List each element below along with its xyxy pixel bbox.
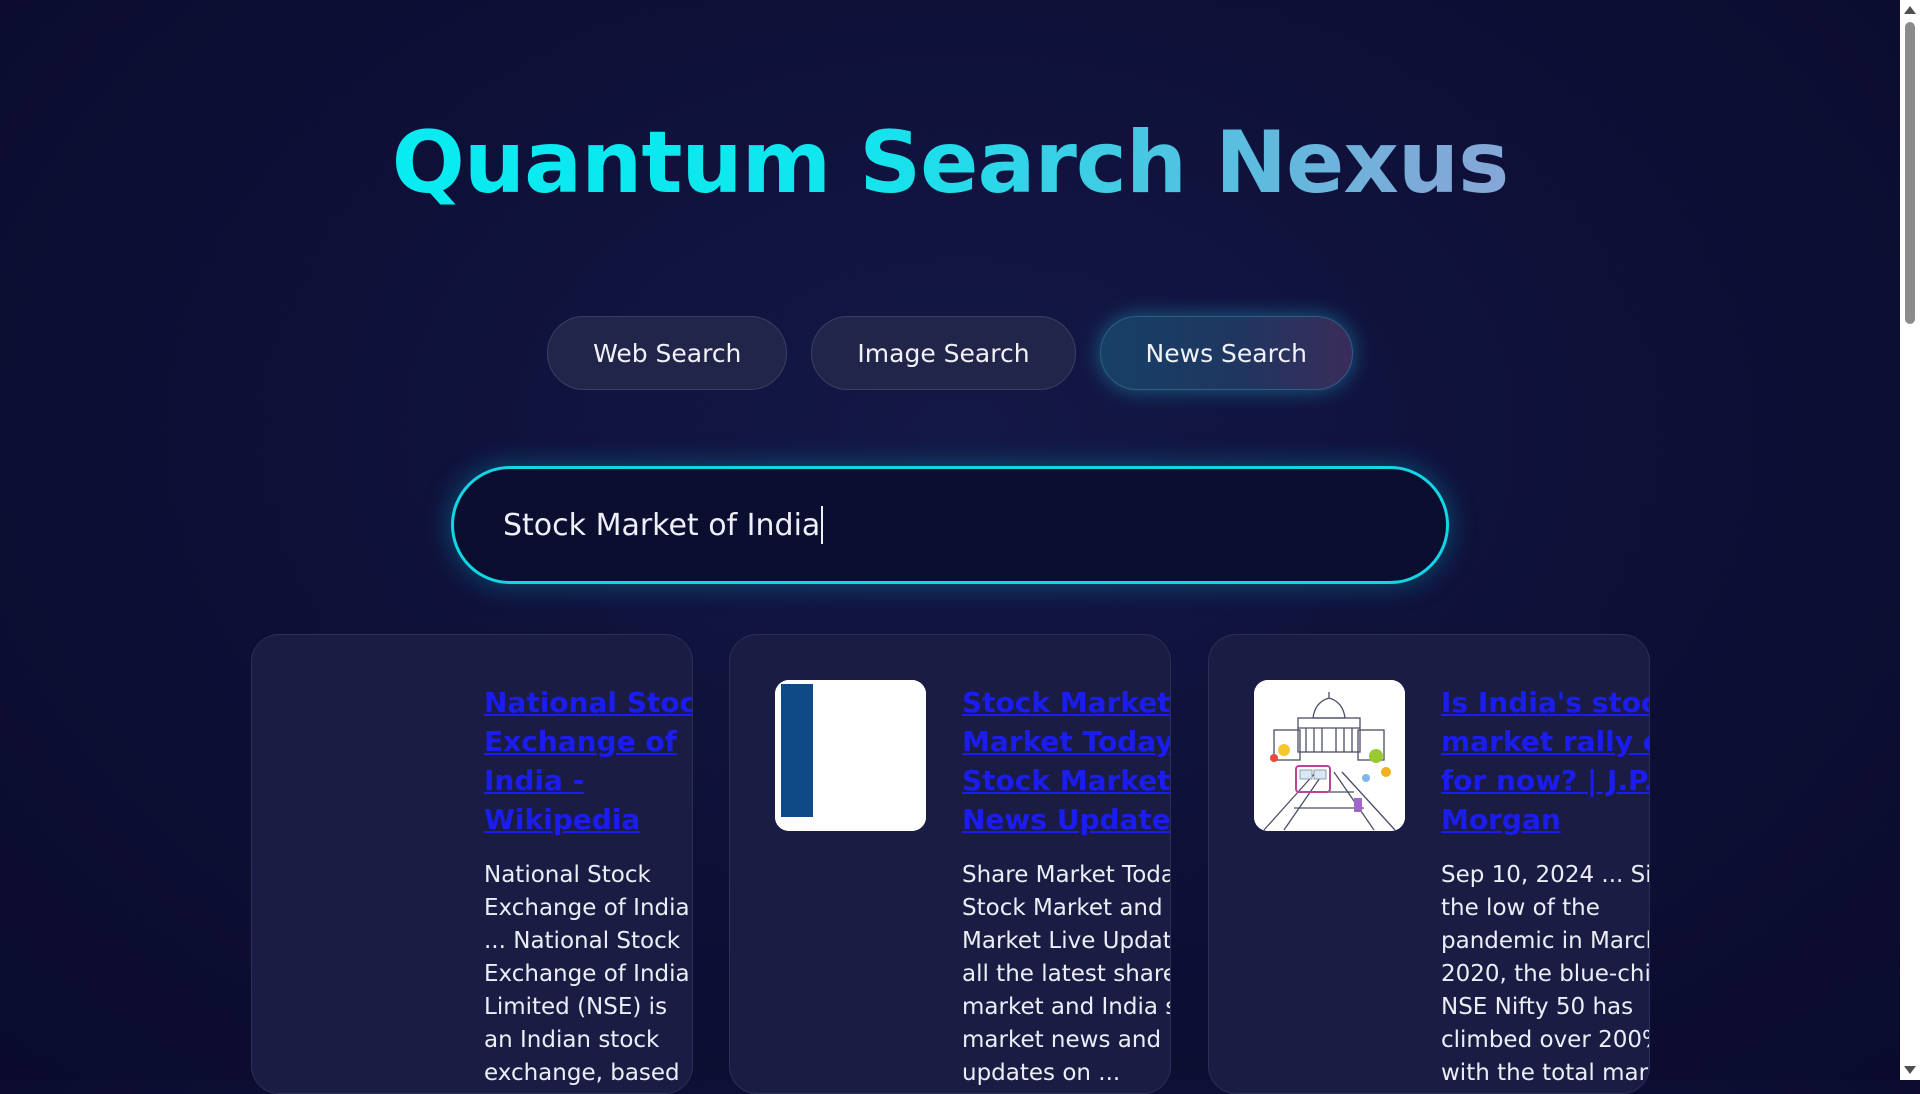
result-title-line[interactable]: Is India's stock (1441, 683, 1649, 722)
snippet-line: Share Market Today (962, 862, 1171, 888)
result-title-line[interactable]: News Update (962, 800, 1170, 839)
tab-web-search[interactable]: Web Search (547, 316, 788, 390)
snippet-line: pandemic in March (1441, 928, 1650, 954)
result-card: National Stock Exchange of India - Wikip… (251, 634, 693, 1094)
result-title-line[interactable]: Morgan (1441, 800, 1649, 839)
snippet-line: Sep 10, 2024 ... Sinc (1441, 862, 1650, 888)
result-title-link[interactable]: Is India's stock market rally ov for now… (1441, 683, 1649, 839)
result-title-line[interactable]: for now? | J.P. (1441, 761, 1649, 800)
snippet-line: with the total mark (1441, 1060, 1650, 1086)
snippet-line: all the latest share (962, 961, 1171, 987)
snippet-line: Exchange of India (484, 961, 690, 987)
result-snippet: Share Market Today Stock Market and S Ma… (962, 859, 1171, 1090)
result-title-line[interactable]: National Stock (484, 683, 692, 722)
snippet-line: ... National Stock (484, 928, 681, 954)
result-title-line[interactable]: Market Today | (962, 722, 1170, 761)
snippet-line: exchange, based (484, 1060, 680, 1086)
snippet-line: climbed over 200% (1441, 1027, 1650, 1053)
search-type-tabs: Web Search Image Search News Search (0, 316, 1900, 390)
result-title-link[interactable]: Stock Market: S Market Today | Stock Mar… (962, 683, 1170, 839)
result-title-line[interactable]: Stock Market L (962, 761, 1170, 800)
scroll-up-arrow-icon[interactable] (1904, 6, 1916, 14)
search-input[interactable]: Stock Market of India (451, 466, 1449, 584)
scroll-down-arrow-icon[interactable] (1904, 1066, 1916, 1074)
snippet-line: the low of the (1441, 895, 1600, 921)
building-sketch-image (1254, 680, 1405, 831)
snippet-line: National Stock (484, 862, 651, 888)
result-title-line[interactable]: Stock Market: S (962, 683, 1170, 722)
page: Quantum Search Nexus Web Search Image Se… (0, 0, 1900, 1094)
snippet-line: updates on ... (962, 1060, 1121, 1086)
snippet-line: Limited (NSE) is (484, 994, 668, 1020)
logo-fragment-image (775, 680, 926, 831)
snippet-line: market and India st (962, 994, 1171, 1020)
result-thumbnail (297, 680, 448, 831)
tab-image-search[interactable]: Image Search (811, 316, 1076, 390)
result-thumbnail[interactable] (1254, 680, 1405, 831)
snippet-line: Stock Market and S (962, 895, 1171, 921)
search-input-value[interactable]: Stock Market of India (503, 508, 820, 543)
result-thumbnail[interactable] (775, 680, 926, 831)
result-card: Is India's stock market rally ov for now… (1208, 634, 1650, 1094)
result-title-line[interactable]: Exchange of (484, 722, 692, 761)
text-caret (821, 506, 824, 544)
scrollbar-thumb[interactable] (1905, 22, 1915, 324)
result-title-line[interactable]: India - (484, 761, 692, 800)
snippet-line: an Indian stock (484, 1027, 660, 1053)
snippet-line: Exchange of India (484, 895, 690, 921)
snippet-line: market news and (962, 1027, 1162, 1053)
app-title: Quantum Search Nexus (0, 108, 1900, 218)
result-snippet: National Stock Exchange of India ... Nat… (484, 859, 692, 1090)
snippet-line: NSE Nifty 50 has (1441, 994, 1634, 1020)
tab-news-search[interactable]: News Search (1099, 316, 1353, 390)
result-snippet: Sep 10, 2024 ... Sinc the low of the pan… (1441, 859, 1650, 1090)
vertical-scrollbar[interactable] (1900, 0, 1920, 1080)
result-title-line[interactable]: Wikipedia (484, 800, 692, 839)
snippet-line: Market Live Update (962, 928, 1171, 954)
snippet-line: 2020, the blue-chip (1441, 961, 1650, 987)
result-title-link[interactable]: National Stock Exchange of India - Wikip… (484, 683, 692, 839)
result-card: Stock Market: S Market Today | Stock Mar… (729, 634, 1171, 1094)
result-title-line[interactable]: market rally ov (1441, 722, 1649, 761)
